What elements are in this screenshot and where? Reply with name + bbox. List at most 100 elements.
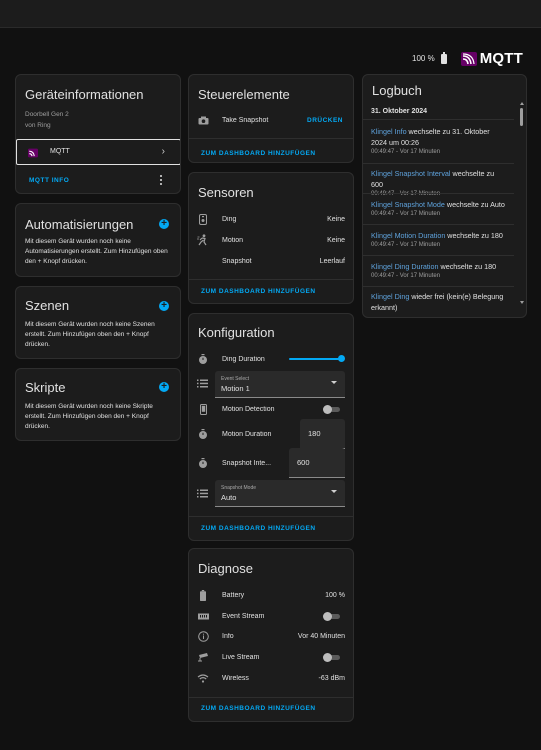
sensor-row-ding[interactable]: Ding Keine xyxy=(197,211,345,227)
log-separator xyxy=(363,255,514,256)
diag-row-live-stream: Live Stream xyxy=(197,649,345,665)
scripts-empty-text: Mit diesem Gerät wurden noch keine Skrip… xyxy=(25,403,153,430)
device-info-title: Geräteinformationen xyxy=(25,87,144,102)
diag-wireless-value: -63 dBm xyxy=(318,674,345,682)
log-entity-link[interactable]: Klingel Motion Duration xyxy=(371,231,445,240)
list-icon xyxy=(197,379,209,389)
mqtt-info-link[interactable]: MQTT INFO xyxy=(29,177,69,184)
camera-icon xyxy=(197,114,209,126)
diagnostics-add-dashboard-link[interactable]: ZUM DASHBOARD HINZUFÜGEN xyxy=(201,705,316,712)
scripts-title: Skripte xyxy=(25,380,66,395)
ding-duration-label: Ding Duration xyxy=(222,355,265,363)
config-row-ding-duration: Ding Duration xyxy=(197,351,345,367)
event-stream-toggle[interactable] xyxy=(323,612,341,621)
log-entry: Klingel Snapshot Mode wechselte zu Auto … xyxy=(363,199,514,219)
press-button[interactable]: DRÜCKEN xyxy=(307,117,343,124)
log-entity-link[interactable]: Klingel Snapshot Mode xyxy=(371,200,445,209)
controls-divider xyxy=(189,138,353,139)
battery-icon xyxy=(197,589,209,601)
sensors-add-dashboard-link[interactable]: ZUM DASHBOARD HINZUFÜGEN xyxy=(201,288,316,295)
snapshot-mode-label: Snapshot Mode xyxy=(221,485,257,491)
event-select-value: Motion 1 xyxy=(221,384,250,393)
diag-battery-label: Battery xyxy=(222,591,245,599)
snapshot-interval-label: Snapshot Inte... xyxy=(222,459,272,467)
more-vert-icon[interactable] xyxy=(158,173,164,187)
diag-wireless-label: Wireless xyxy=(222,674,249,682)
log-entity-link[interactable]: Klingel Snapshot Interval xyxy=(371,169,451,178)
live-stream-toggle[interactable] xyxy=(323,653,341,662)
device-header-status: 100 % MQTT xyxy=(412,50,523,67)
scenes-card: Szenen + Mit diesem Gerät wurden noch ke… xyxy=(15,286,181,359)
controls-add-dashboard-link[interactable]: ZUM DASHBOARD HINZUFÜGEN xyxy=(201,150,316,157)
motion-duration-value: 180 xyxy=(308,429,321,438)
snapshot-interval-input[interactable]: 600 xyxy=(289,448,345,478)
timer-icon xyxy=(197,457,209,469)
event-select-dropdown[interactable]: Event Select Motion 1 xyxy=(215,371,345,398)
sensor-motion-label: Motion xyxy=(222,236,244,244)
device-info-card: Geräteinformationen Doorbell Gen 2 von R… xyxy=(15,74,181,194)
logbook-scrollbar[interactable] xyxy=(520,108,523,126)
add-script-icon[interactable]: + xyxy=(159,382,169,392)
diag-event-stream-label: Event Stream xyxy=(222,612,265,620)
ding-duration-slider[interactable] xyxy=(287,355,345,363)
scroll-down-arrow-icon[interactable] xyxy=(520,301,524,304)
wifi-icon xyxy=(197,672,209,684)
phone-device-icon xyxy=(197,403,209,415)
snapshot-button-row: Take Snapshot DRÜCKEN xyxy=(197,112,345,128)
log-entry: Klingel Ding wieder frei (kein(e) Belegu… xyxy=(363,291,514,313)
log-entity-link[interactable]: Klingel Ding xyxy=(371,292,409,301)
device-manufacturer: von Ring xyxy=(25,122,51,129)
add-scene-icon[interactable]: + xyxy=(159,301,169,311)
log-entity-link[interactable]: Klingel Ding Duration xyxy=(371,262,439,271)
info-icon xyxy=(197,630,209,642)
sensors-divider xyxy=(189,279,353,280)
configuration-add-dashboard-link[interactable]: ZUM DASHBOARD HINZUFÜGEN xyxy=(201,525,316,532)
logbook-title: Logbuch xyxy=(372,83,422,98)
sensors-title: Sensoren xyxy=(198,185,254,200)
diag-info-label: Info xyxy=(222,632,234,640)
diag-row-battery[interactable]: Battery 100 % xyxy=(197,587,345,603)
sensors-card: Sensoren Ding Keine Motion Keine Snapsho… xyxy=(188,172,354,304)
diag-live-stream-label: Live Stream xyxy=(222,653,260,661)
motion-detection-toggle[interactable] xyxy=(323,405,341,414)
chevron-right-icon: › xyxy=(161,146,165,157)
event-select-label: Event Select xyxy=(221,376,250,382)
motion-detection-label: Motion Detection xyxy=(222,405,275,413)
integration-row-mqtt[interactable]: MQTT › xyxy=(16,139,180,165)
log-separator xyxy=(363,224,514,225)
snapshot-mode-dropdown[interactable]: Snapshot Mode Auto xyxy=(215,480,345,507)
snapshot-interval-value: 600 xyxy=(297,458,310,467)
sensor-row-snapshot[interactable]: Snapshot Leerlauf xyxy=(197,253,345,269)
config-row-motion-detection: Motion Detection xyxy=(197,401,345,417)
sensor-snapshot-value: Leerlauf xyxy=(319,257,345,265)
log-time: 00:49:47 - Vor 17 Minuten xyxy=(371,149,441,155)
sensor-ding-label: Ding xyxy=(222,215,237,223)
motion-duration-input[interactable]: 180 xyxy=(300,419,345,449)
automations-title: Automatisierungen xyxy=(25,217,134,232)
log-message: wechselte zu 180 xyxy=(438,262,497,271)
top-app-bar xyxy=(0,0,541,28)
controls-card: Steuerelemente Take Snapshot DRÜCKEN ZUM… xyxy=(188,74,354,163)
doorbell-icon xyxy=(197,213,209,225)
log-separator xyxy=(363,163,514,164)
diag-battery-value: 100 % xyxy=(325,591,345,599)
log-entity-link[interactable]: Klingel Info xyxy=(371,127,407,136)
mqtt-integration-icon xyxy=(28,148,38,158)
device-model: Doorbell Gen 2 xyxy=(25,111,69,118)
diagnostics-title: Diagnose xyxy=(198,561,253,576)
configuration-card: Konfiguration Ding Duration Event Select… xyxy=(188,313,354,541)
logbook-date-header: 31. Oktober 2024 xyxy=(371,108,428,115)
battery-percentage: 100 % xyxy=(412,54,435,63)
motion-sensor-icon xyxy=(197,234,209,246)
mqtt-brand-icon xyxy=(460,51,477,66)
sensor-row-motion[interactable]: Motion Keine xyxy=(197,232,345,248)
log-entry: Klingel Snapshot Interval wechselte zu 6… xyxy=(363,168,514,199)
timer-icon xyxy=(197,428,209,440)
log-time: 00:49:47 - Vor 17 Minuten xyxy=(371,211,441,217)
cctv-camera-icon xyxy=(197,651,209,663)
diag-row-info[interactable]: Info Vor 40 Minuten xyxy=(197,628,345,644)
controls-title: Steuerelemente xyxy=(198,87,290,102)
scroll-up-arrow-icon[interactable] xyxy=(520,102,524,105)
diag-row-wireless[interactable]: Wireless -63 dBm xyxy=(197,670,345,686)
add-automation-icon[interactable]: + xyxy=(159,219,169,229)
